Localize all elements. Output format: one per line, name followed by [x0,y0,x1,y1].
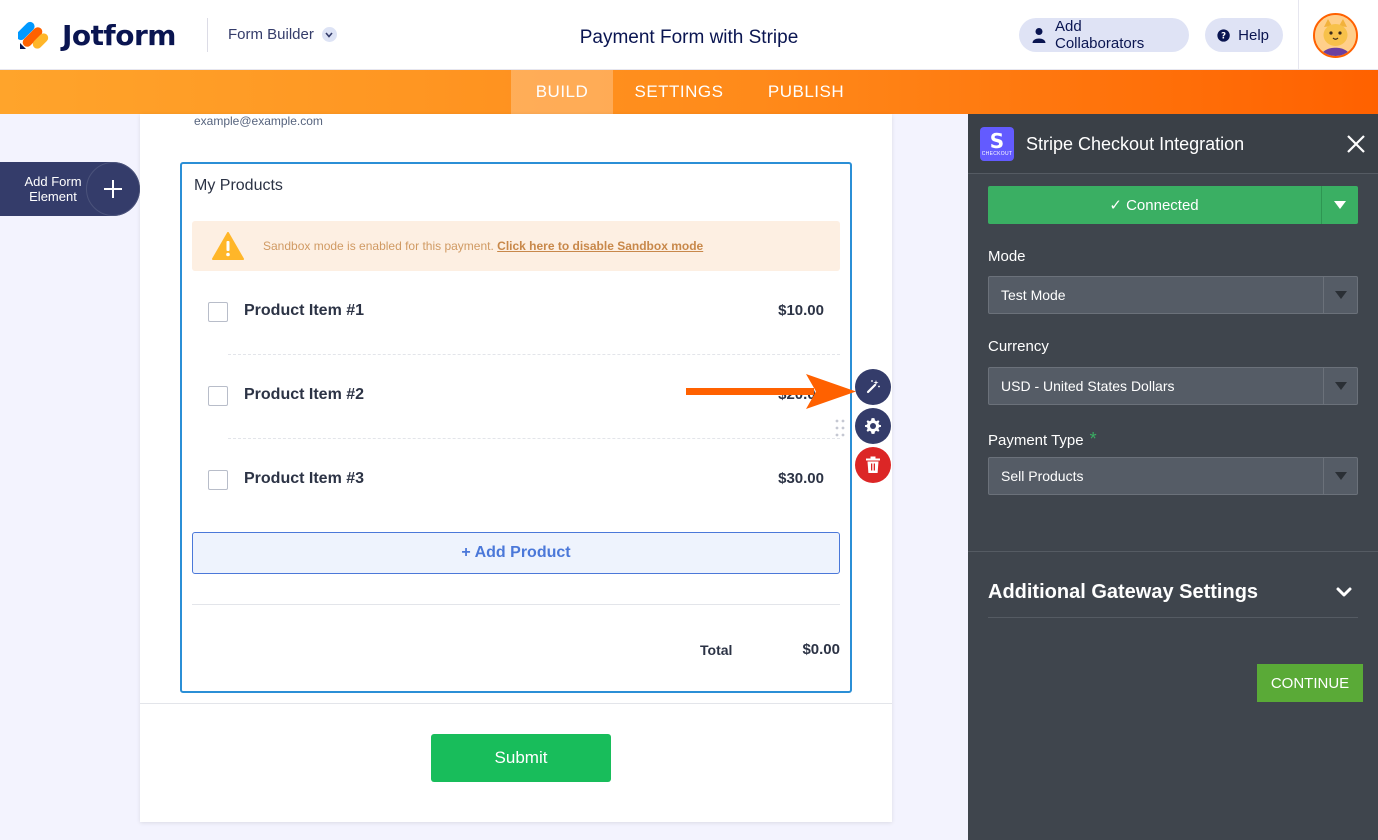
product-list-field[interactable]: My Products Sandbox mode is enabled for … [180,162,852,693]
panel-title: Stripe Checkout Integration [1026,134,1245,154]
product-price: $10.00 [778,302,824,319]
header-divider [207,18,208,52]
question-icon: ? [1217,28,1230,42]
wand-icon [866,380,880,394]
product-checkbox[interactable] [208,302,228,322]
trash-icon [866,456,880,473]
currency-value: USD - United States Dollars [1001,378,1175,394]
close-icon[interactable] [1345,133,1367,155]
sandbox-text: Sandbox mode is enabled for this payment… [263,239,703,253]
mode-label: Mode [988,248,1026,265]
product-name: Product Item #2 [244,386,365,403]
delete-field-button[interactable] [855,447,891,483]
total-divider [192,604,840,605]
add-collaborators-label: Add Collaborators [1054,18,1145,52]
warning-icon [212,232,244,260]
form-builder-dropdown[interactable]: Form Builder [228,26,337,43]
jotform-logo-icon [18,21,49,49]
arrow-annotation-icon [686,374,856,409]
connected-dropdown-toggle[interactable] [1321,186,1358,224]
product-item: Product Item #1 $10.00 [192,278,840,362]
tab-settings[interactable]: SETTINGS [626,70,732,114]
total-label: Total [700,642,733,658]
stripe-settings-panel: S CHECKOUT Stripe Checkout Integration ✓… [968,114,1378,840]
form-builder-label: Form Builder [228,26,314,43]
product-checkbox[interactable] [208,470,228,490]
sandbox-message: Sandbox mode is enabled for this payment… [263,239,494,253]
connected-button[interactable]: ✓ Connected [988,186,1358,224]
avatar-icon [1315,15,1356,56]
panel-header: S CHECKOUT Stripe Checkout Integration [968,114,1378,174]
field-settings-button[interactable] [855,408,891,444]
gear-icon [865,418,881,434]
continue-button[interactable]: CONTINUE [1257,664,1363,702]
product-checkbox[interactable] [208,386,228,406]
add-form-element-line2: Element [29,189,77,204]
plus-icon [86,162,140,216]
help-label: Help [1238,26,1269,44]
jotform-logo[interactable]: Jotform [18,18,176,52]
drag-handle-icon[interactable] [834,418,846,438]
panel-divider [968,551,1378,552]
email-sublabel: example@example.com [194,114,323,128]
product-item: Product Item #3 $30.00 [192,446,840,530]
add-form-element-button[interactable]: Add Form Element [0,162,140,216]
add-product-button[interactable]: + Add Product [192,532,840,574]
field-label: My Products [194,177,283,194]
submit-button[interactable]: Submit [431,734,611,782]
product-divider [228,354,840,355]
builder-nav: BUILD SETTINGS PUBLISH [0,70,1378,114]
form-canvas: example@example.com My Products Sandbox … [140,114,892,822]
product-name: Product Item #1 [244,302,365,319]
sandbox-notice: Sandbox mode is enabled for this payment… [192,221,840,271]
brand-name: Jotform [62,18,176,52]
product-price: $30.00 [778,470,824,487]
top-header: Jotform Form Builder Payment Form with S… [0,0,1378,70]
chevron-down-icon[interactable] [1334,582,1354,602]
avatar[interactable] [1313,13,1358,58]
add-collaborators-button[interactable]: Add Collaborators [1019,18,1189,52]
stripe-logo-letter: S [989,129,1005,153]
help-button[interactable]: ? Help [1205,18,1283,52]
connected-label: ✓ Connected [1109,197,1199,214]
caret-down-icon [1323,277,1357,313]
properties-wand-button[interactable] [855,369,891,405]
header-divider-right [1298,0,1299,70]
chevron-down-icon [321,27,337,42]
mode-value: Test Mode [1001,287,1066,303]
product-name: Product Item #3 [244,470,365,487]
additional-gateway-settings-toggle[interactable]: Additional Gateway Settings [988,581,1258,604]
user-icon [1032,28,1046,43]
payment-type-value: Sell Products [1001,468,1084,484]
caret-down-icon [1323,368,1357,404]
stripe-logo-sub: CHECKOUT [981,151,1013,157]
svg-text:?: ? [1221,31,1226,41]
caret-down-icon [1323,458,1357,494]
currency-select[interactable]: USD - United States Dollars [988,367,1358,405]
stripe-logo-icon: S CHECKOUT [980,127,1014,161]
add-form-element-label: Add Form Element [18,174,88,204]
product-divider [228,438,840,439]
required-star: * [1089,429,1097,449]
section-underline [988,617,1358,618]
form-divider [140,703,892,704]
add-form-element-line1: Add Form [24,174,82,189]
tab-build[interactable]: BUILD [511,70,613,114]
payment-type-label: Payment Type * [988,429,1097,450]
mode-select[interactable]: Test Mode [988,276,1358,314]
payment-type-text: Payment Type [988,432,1084,449]
disable-sandbox-link[interactable]: Click here to disable Sandbox mode [497,239,703,253]
total-value: $0.00 [802,641,840,658]
caret-down-icon [1334,201,1346,209]
payment-type-select[interactable]: Sell Products [988,457,1358,495]
currency-label: Currency [988,338,1049,355]
tab-publish[interactable]: PUBLISH [760,70,852,114]
